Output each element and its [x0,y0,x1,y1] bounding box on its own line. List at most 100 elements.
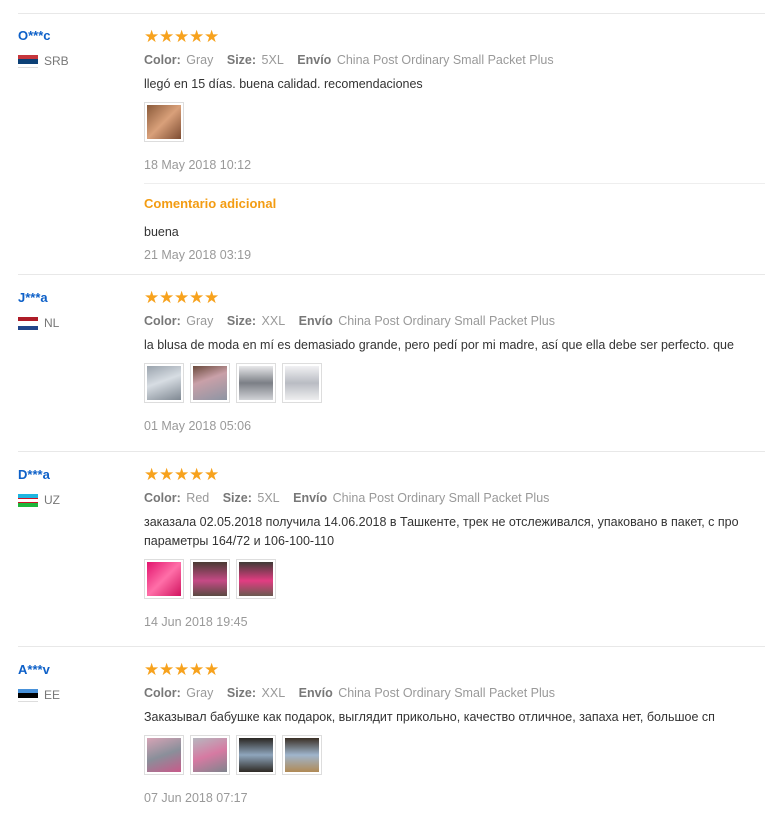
review-photo[interactable] [144,363,184,403]
size-label: Size: [226,686,257,700]
star-icon: ★ [189,290,205,307]
star-icon: ★ [189,467,205,484]
shipping-label: Envío [298,686,333,700]
additional-comment-date: 21 May 2018 03:19 [144,248,252,262]
reviewer-name[interactable]: O***c [18,28,69,44]
review-photos [144,559,765,599]
shipping-value: China Post Ordinary Small Packet Plus [336,53,554,67]
review-photo[interactable] [236,735,276,775]
order-attributes: Color: Red Size: 5XL Envío China Post Or… [144,490,765,506]
shipping-value: China Post Ordinary Small Packet Plus [338,314,555,328]
color-label: Color: [144,491,181,505]
color-label: Color: [144,686,181,700]
netherlands-flag-icon [18,316,38,330]
review-photos [144,735,765,775]
review-body: ★ ★ ★ ★ ★ Color: Gray Size: XXL Envío China … [144,290,765,434]
star-icon: ★ [144,290,160,307]
review-divider [18,451,765,452]
star-icon: ★ [174,29,190,46]
color-label: Color: [144,53,181,67]
size-value: XXL [261,314,286,328]
color-value: Gray [186,686,214,700]
shipping-value: China Post Ordinary Small Packet Plus [338,686,555,700]
estonia-flag-icon [18,688,38,702]
review-text: la blusa de moda en mí es demasiado gran… [144,338,734,352]
review-text: llegó en 15 días. buena calidad. recomen… [144,77,423,91]
country-code: EE [44,688,61,702]
star-rating: ★ ★ ★ ★ ★ [144,467,765,483]
reviewer-info: D***a UZ [18,467,60,507]
review-photos [144,102,765,142]
star-icon: ★ [204,467,220,484]
review-photo[interactable] [282,363,322,403]
review-photo[interactable] [190,363,230,403]
review-photo[interactable] [236,363,276,403]
review-body: ★ ★ ★ ★ ★ Color: Gray Size: XXL Envío China … [144,662,765,806]
additional-comment-text: buena [144,225,179,239]
serbia-flag-icon [18,54,38,68]
star-icon: ★ [144,662,160,679]
star-icon: ★ [204,29,220,46]
reviewer-name[interactable]: A***v [18,662,60,678]
order-attributes: Color: Gray Size: 5XL Envío China Post O… [144,52,765,68]
review-photo[interactable] [282,735,322,775]
review-photo[interactable] [144,102,184,142]
size-label: Size: [222,491,252,505]
shipping-label: Envío [297,53,332,67]
review-divider [18,274,765,275]
review-text: Заказывал бабушке как подарок, выглядит … [144,710,715,724]
review-date: 14 Jun 2018 19:45 [144,615,248,629]
star-icon: ★ [204,662,220,679]
color-label: Color: [144,314,181,328]
star-icon: ★ [159,467,175,484]
review-photo[interactable] [190,559,230,599]
review-text-continued: параметры 164/72 и 106-100-110 [144,534,335,548]
color-value: Red [186,491,210,505]
star-icon: ★ [144,467,160,484]
review-photos [144,363,765,403]
star-icon: ★ [174,662,190,679]
uzbekistan-flag-icon [18,493,38,507]
star-icon: ★ [174,290,190,307]
review-text: заказала 02.05.2018 получила 14.06.2018 … [144,515,739,529]
top-divider [18,13,765,14]
shipping-label: Envío [298,314,333,328]
order-attributes: Color: Gray Size: XXL Envío China Post O… [144,313,765,329]
shipping-label: Envío [293,491,328,505]
shipping-value: China Post Ordinary Small Packet Plus [332,491,550,505]
star-icon: ★ [159,29,175,46]
review-date: 01 May 2018 05:06 [144,419,252,433]
reviewer-country: SRB [18,54,69,68]
size-label: Size: [226,53,257,67]
star-rating: ★ ★ ★ ★ ★ [144,662,765,678]
review-photo[interactable] [190,735,230,775]
star-icon: ★ [189,29,205,46]
review-body: ★ ★ ★ ★ ★ Color: Red Size: 5XL Envío China P… [144,467,765,630]
review-body: ★ ★ ★ ★ ★ Color: Gray Size: 5XL Envío China … [144,29,765,263]
star-icon: ★ [189,662,205,679]
star-rating: ★ ★ ★ ★ ★ [144,29,765,45]
reviewer-name[interactable]: D***a [18,467,60,483]
review-photo[interactable] [144,559,184,599]
color-value: Gray [186,53,214,67]
star-icon: ★ [144,29,160,46]
size-value: XXL [261,686,286,700]
review-date: 07 Jun 2018 07:17 [144,791,248,805]
reviewer-name[interactable]: J***a [18,290,59,306]
review-photo[interactable] [144,735,184,775]
country-code: SRB [44,54,69,68]
reviewer-info: A***v EE [18,662,60,702]
additional-comment-title: Comentario adicional [144,196,277,211]
color-value: Gray [186,314,214,328]
reviewer-info: J***a NL [18,290,59,330]
review-divider [18,646,765,647]
star-icon: ★ [174,467,190,484]
reviewer-country: EE [18,688,60,702]
star-icon: ★ [159,290,175,307]
additional-divider [144,183,765,184]
star-rating: ★ ★ ★ ★ ★ [144,290,765,306]
review-photo[interactable] [236,559,276,599]
size-value: 5XL [261,53,284,67]
size-label: Size: [226,314,257,328]
review-date: 18 May 2018 10:12 [144,158,252,172]
